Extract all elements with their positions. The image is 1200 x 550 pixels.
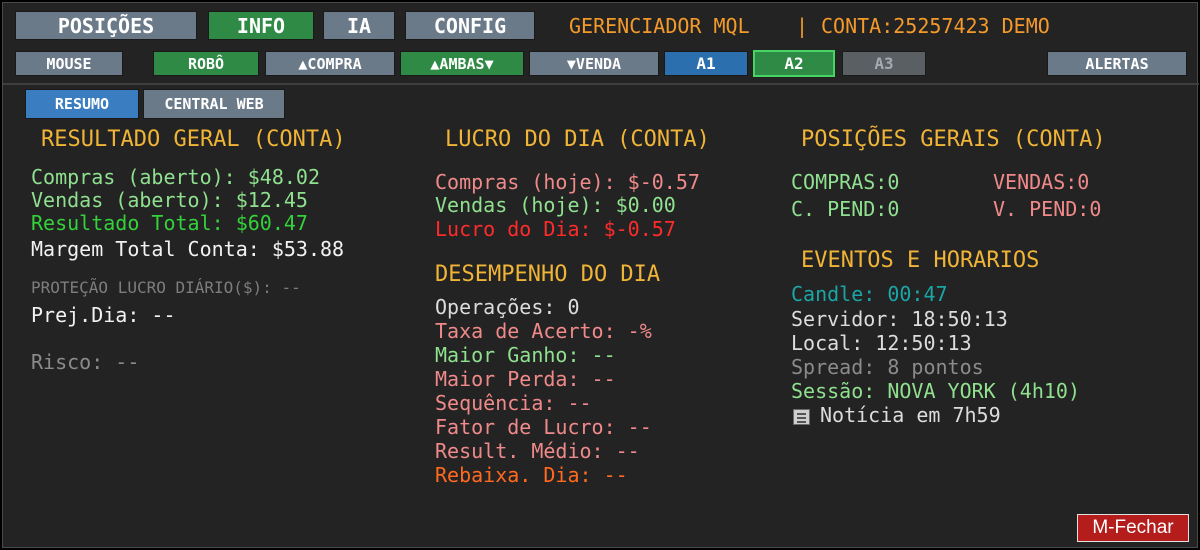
- alerts-button[interactable]: ALERTAS: [1047, 51, 1187, 76]
- operations: Operações: 0: [435, 295, 580, 319]
- manager-panel: POSIÇÕES INFO IA CONFIG GERENCIADOR MQL …: [2, 2, 1199, 548]
- tab-positions[interactable]: POSIÇÕES: [15, 11, 197, 40]
- account-label: CONTA:25257423 DEMO: [821, 14, 1050, 38]
- tab-ia[interactable]: IA: [323, 11, 395, 40]
- profit-factor: Fator de Lucro: --: [435, 415, 652, 439]
- server-time: Servidor: 18:50:13: [791, 307, 1008, 331]
- header-separator: |: [796, 14, 809, 38]
- sell-button[interactable]: ▼VENDA: [529, 51, 659, 76]
- largest-loss: Maior Perda: --: [435, 367, 616, 391]
- spread: Spread: 8 pontos: [791, 355, 984, 379]
- close-button[interactable]: M-Fechar: [1077, 514, 1189, 542]
- sequence: Sequência: --: [435, 391, 592, 415]
- total-margin: Margem Total Conta: $53.88: [31, 237, 345, 261]
- resultado-geral-title: RESULTADO GERAL (CONTA): [41, 127, 346, 152]
- session: Sessão: NOVA YORK (4h10): [791, 379, 1080, 403]
- news-icon: [793, 408, 810, 425]
- robot-button[interactable]: ROBÔ: [153, 51, 259, 76]
- candle-timer: Candle: 00:47: [791, 282, 948, 306]
- news-row: Notícia em 7h59: [793, 403, 1001, 427]
- desempenho-title: DESEMPENHO DO DIA: [435, 262, 661, 287]
- lucro-dia-title: LUCRO DO DIA (CONTA): [445, 127, 710, 152]
- posicoes-gerais-title: POSIÇÕES GERAIS (CONTA): [801, 127, 1106, 152]
- tab-summary[interactable]: RESUMO: [25, 89, 139, 119]
- open-sells: Vendas (aberto): $12.45: [31, 188, 308, 212]
- risk: Risco: --: [31, 350, 140, 374]
- hit-rate: Taxa de Acerto: -%: [435, 319, 652, 343]
- a3-button[interactable]: A3: [842, 51, 926, 76]
- day-drawdown: Rebaixa. Dia: --: [435, 463, 628, 487]
- tab-central-web[interactable]: CENTRAL WEB: [143, 89, 285, 119]
- today-buys: Compras (hoje): $-0.57: [435, 170, 700, 194]
- buy-button[interactable]: ▲COMPRA: [265, 51, 395, 76]
- news-label: Notícia em 7h59: [820, 403, 1001, 427]
- header-title: GERENCIADOR MQL: [569, 14, 750, 38]
- pending-sells: V. PEND:0: [993, 197, 1102, 221]
- today-sells: Vendas (hoje): $0.00: [435, 193, 676, 217]
- open-buys: Compras (aberto): $48.02: [31, 165, 320, 189]
- day-profit: Lucro do Dia: $-0.57: [435, 217, 676, 241]
- candle-label: Candle:: [791, 282, 876, 306]
- average-result: Result. Médio: --: [435, 439, 640, 463]
- positions-sells: VENDAS:0: [993, 170, 1090, 194]
- total-result: Resultado Total: $60.47: [31, 211, 308, 235]
- mouse-button[interactable]: MOUSE: [15, 51, 123, 76]
- a2-button[interactable]: A2: [753, 50, 835, 77]
- both-button[interactable]: ▲AMBAS▼: [400, 51, 524, 76]
- pending-buys: C. PEND:0: [791, 197, 900, 221]
- a1-button[interactable]: A1: [664, 51, 748, 76]
- tab-config[interactable]: CONFIG: [405, 11, 535, 40]
- positions-buys: COMPRAS:0: [791, 170, 900, 194]
- daily-profit-protection: PROTEÇÃO LUCRO DIÁRIO($): --: [31, 278, 301, 297]
- eventos-title: EVENTOS E HORARIOS: [801, 248, 1040, 273]
- local-time: Local: 12:50:13: [791, 331, 972, 355]
- largest-gain: Maior Ganho: --: [435, 343, 616, 367]
- tab-info[interactable]: INFO: [208, 11, 314, 40]
- daily-loss: Prej.Dia: --: [31, 303, 176, 327]
- candle-value: 00:47: [887, 282, 948, 306]
- divider: [3, 83, 1199, 85]
